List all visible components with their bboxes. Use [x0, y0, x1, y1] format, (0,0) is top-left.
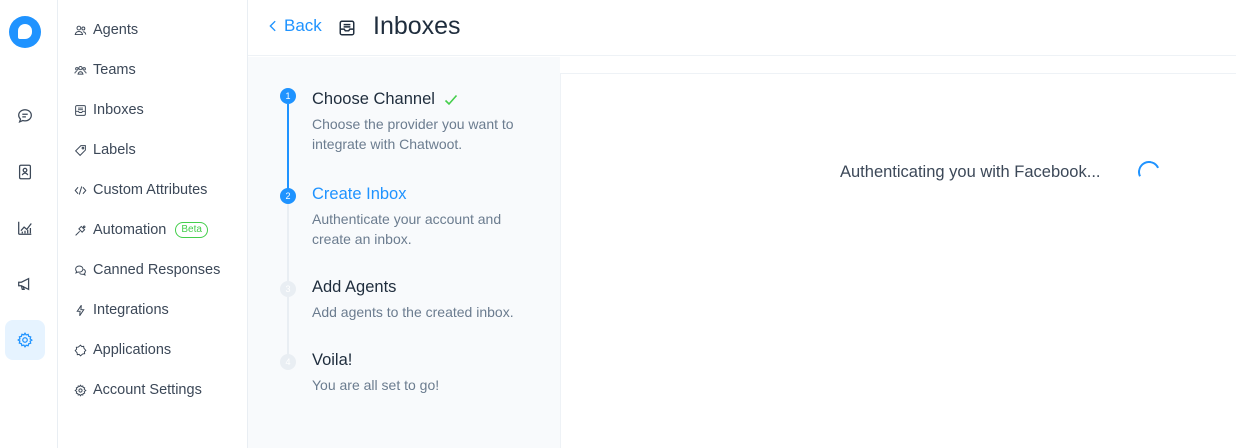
sidebar-item-label: Canned Responses [93, 262, 221, 278]
step-choose-channel: Choose Channel Choose the provider you w… [312, 90, 537, 154]
wizard-steps: 1 Choose Channel Choose the provider you… [248, 57, 560, 448]
sidebar-item-integrations[interactable]: Integrations [74, 298, 169, 322]
settings-sidebar: Agents Teams Inboxes Labels Custom Attri… [58, 0, 248, 448]
agents-icon [74, 25, 87, 35]
step-connector [287, 204, 289, 281]
step-add-agents: Add Agents Add agents to the created inb… [312, 278, 537, 322]
sidebar-item-label: Teams [93, 62, 136, 78]
content-card: Authenticating you with Facebook... [560, 73, 1236, 448]
step-title: Voila! [312, 351, 353, 369]
reports-chart-icon [18, 221, 32, 235]
conversations-nav-button[interactable] [5, 96, 45, 136]
sidebar-item-canned-responses[interactable]: Canned Responses [74, 258, 220, 282]
step-connector [287, 104, 289, 190]
auth-status-text: Authenticating you with Facebook... [840, 163, 1101, 181]
sidebar-item-automation[interactable]: Automation Beta [74, 218, 208, 242]
back-button[interactable]: Back [266, 16, 322, 36]
chat-bubble-icon [18, 109, 32, 123]
step-description: Choose the provider you want to integrat… [312, 116, 514, 152]
step-title: Add Agents [312, 278, 397, 296]
chevron-left-icon [269, 20, 276, 32]
sidebar-item-custom-attributes[interactable]: Custom Attributes [74, 178, 207, 202]
step-connector [287, 297, 289, 355]
gear-icon [17, 332, 33, 348]
sidebar-item-account-settings[interactable]: Account Settings [74, 378, 202, 402]
sidebar-item-label: Applications [93, 342, 172, 358]
campaigns-nav-button[interactable] [5, 264, 45, 304]
reports-nav-button[interactable] [5, 208, 45, 248]
contacts-book-icon [18, 164, 32, 180]
step-title: Create Inbox [312, 185, 407, 203]
beta-badge: Beta [175, 222, 208, 238]
code-icon [74, 185, 87, 195]
page-header: Back Inboxes [248, 0, 1236, 56]
sidebar-item-label: Labels [93, 142, 136, 158]
tag-icon [74, 144, 86, 156]
sidebar-item-label: Agents [93, 22, 139, 38]
step-description: Add agents to the created inbox. [312, 304, 514, 320]
sidebar-item-label: Account Settings [93, 382, 202, 398]
sidebar-item-label: Integrations [93, 302, 169, 318]
inbox-icon [75, 104, 86, 116]
step-number: 2 [280, 188, 296, 204]
page-title: Inboxes [373, 12, 461, 40]
step-title: Choose Channel [312, 90, 435, 108]
step-number: 3 [280, 281, 296, 297]
teams-icon [74, 65, 87, 75]
sidebar-item-label: Inboxes [93, 102, 144, 118]
sidebar-item-labels[interactable]: Labels [74, 138, 136, 162]
sidebar-item-teams[interactable]: Teams [74, 58, 136, 82]
automation-icon [75, 225, 86, 236]
back-label: Back [284, 16, 322, 35]
step-voila: Voila! You are all set to go! [312, 351, 537, 395]
chatwoot-logo[interactable] [9, 16, 41, 48]
megaphone-icon [18, 277, 30, 291]
sidebar-item-applications[interactable]: Applications [74, 338, 171, 362]
step-create-inbox: Create Inbox Authenticate your account a… [312, 185, 537, 249]
step-description: Authenticate your account and create an … [312, 211, 502, 247]
checkmark-icon [444, 94, 458, 105]
flash-icon [76, 304, 85, 316]
star-badge-icon [74, 344, 87, 356]
primary-rail [0, 0, 58, 448]
loading-spinner-icon [1134, 157, 1164, 187]
step-number: 1 [280, 88, 296, 104]
step-number: 4 [280, 354, 296, 370]
sidebar-item-inboxes[interactable]: Inboxes [74, 98, 144, 122]
inbox-icon [339, 20, 355, 36]
settings-icon [74, 383, 87, 397]
settings-nav-button[interactable] [5, 320, 45, 360]
contacts-nav-button[interactable] [5, 152, 45, 192]
sidebar-item-agents[interactable]: Agents [74, 18, 138, 42]
step-description: You are all set to go! [312, 377, 440, 393]
chat-multiple-icon [75, 265, 86, 276]
sidebar-item-label: Custom Attributes [93, 182, 208, 198]
sidebar-item-label: Automation [93, 222, 167, 238]
